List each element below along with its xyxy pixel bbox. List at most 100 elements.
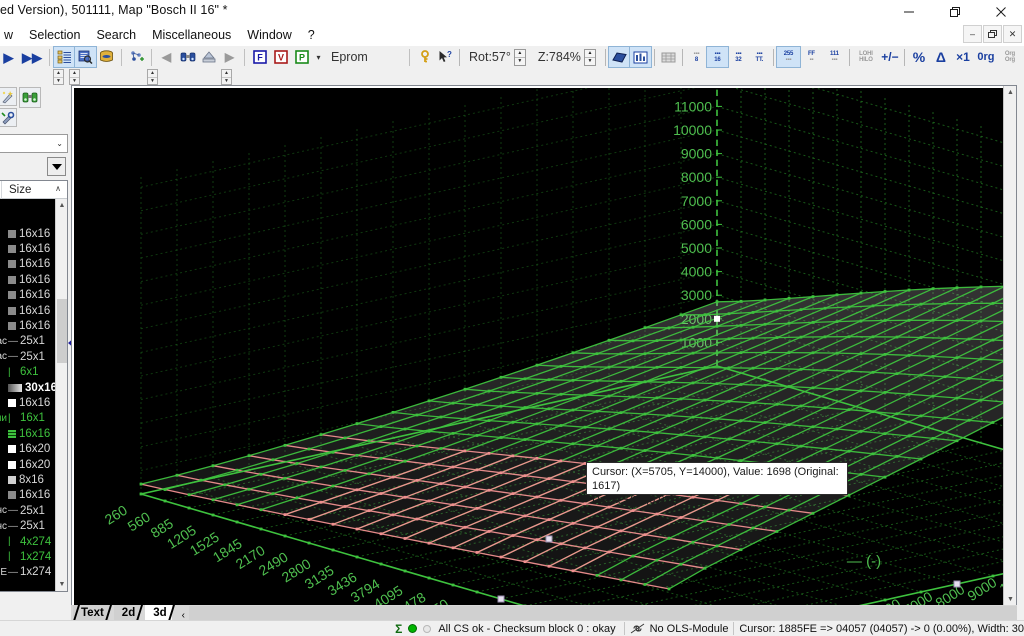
list-item[interactable]: 16x20 xyxy=(0,457,55,472)
list-item[interactable]: 16x16 xyxy=(0,226,55,241)
size-dash-icon: — xyxy=(8,505,18,517)
list-item[interactable]: | 4x274 xyxy=(0,534,55,549)
list-item[interactable]: 16x16 xyxy=(0,241,55,256)
context-help-icon[interactable]: ? xyxy=(435,47,456,67)
dec-255-icon[interactable]: 255 ▪▪▪ xyxy=(775,46,801,68)
menu-item-help[interactable]: ? xyxy=(300,26,323,44)
tab-3d[interactable]: 3d xyxy=(145,605,175,621)
strip-spinner-4[interactable]: ▲ ▼ xyxy=(221,69,232,85)
tab-2d[interactable]: 2d xyxy=(113,605,144,621)
list-item[interactable]: E —1x274 xyxy=(0,565,55,580)
list-item[interactable]: 16x16 xyxy=(0,303,55,318)
f-format-icon[interactable]: F xyxy=(249,47,270,67)
tab-text[interactable]: Text xyxy=(73,605,112,621)
list-item[interactable]: 16x16 xyxy=(0,488,55,503)
list-item[interactable]: ии| 16x1 xyxy=(0,411,55,426)
play-icon[interactable]: ▶ xyxy=(0,47,19,67)
chart-scroll-up-icon[interactable]: ▲ xyxy=(1004,86,1017,99)
size-list-scrollbar[interactable]: ▲ ▼ xyxy=(55,199,67,591)
column-header-size[interactable]: Size xyxy=(9,184,31,196)
help-key-icon[interactable] xyxy=(414,47,435,67)
binoculars-icon[interactable] xyxy=(177,47,198,67)
svg-text:— (-): — (-) xyxy=(847,553,881,570)
list-item[interactable]: 16x20 xyxy=(0,441,55,456)
menu-item-window[interactable]: Window xyxy=(239,26,299,44)
binocular-green-icon[interactable] xyxy=(19,87,41,108)
list-item[interactable]: ac—25x1 xyxy=(0,334,55,349)
minimize-button[interactable] xyxy=(886,0,932,24)
mdi-minimize-button[interactable]: – xyxy=(963,25,982,43)
p-format-icon[interactable]: P xyxy=(291,47,312,67)
left-panel-combobox[interactable]: ⌄ xyxy=(0,134,68,153)
list-item[interactable]: нc—25x1 xyxy=(0,503,55,518)
step-forward-icon[interactable]: ▶ xyxy=(219,47,240,67)
bits-32-icon[interactable]: ▪▪▪ 32 xyxy=(728,47,749,67)
rotation-control[interactable]: Rot:57° ▲ ▼ xyxy=(463,48,532,66)
step-back-icon[interactable]: ◀ xyxy=(156,47,177,67)
list-item[interactable]: | 6x1 xyxy=(0,365,55,380)
bin-111-icon[interactable]: 111 ▪▪▪ xyxy=(823,47,846,67)
scan-icon[interactable] xyxy=(96,47,117,67)
sort-ascending-icon[interactable]: ∧ xyxy=(55,184,61,193)
list-item[interactable]: 16x16 xyxy=(0,426,55,441)
delta-icon[interactable]: Δ xyxy=(930,47,952,67)
upload-icon[interactable] xyxy=(198,47,219,67)
wand-icon[interactable] xyxy=(0,87,17,106)
grid-view-icon[interactable] xyxy=(658,47,679,67)
link-tool-icon[interactable] xyxy=(126,47,147,67)
org-org-icon[interactable]: Org Org xyxy=(998,47,1022,67)
bars-3d-icon[interactable] xyxy=(628,46,652,68)
map-3d-view: 1000200030004000500060007000800090001000… xyxy=(71,85,1017,607)
plus-minus-icon[interactable]: +/− xyxy=(879,47,901,67)
lohi-hilo-icon[interactable]: LOHI HILO xyxy=(853,47,879,67)
surface-3d-icon[interactable] xyxy=(607,46,631,68)
list-item[interactable]: 8x16 xyxy=(0,472,55,487)
zoom-spinner[interactable]: ▲ ▼ xyxy=(583,48,596,66)
strip-spinner-2[interactable]: ▲ ▼ xyxy=(69,69,80,85)
list-item[interactable]: нc—25x1 xyxy=(0,518,55,533)
org-icon[interactable]: 0rg xyxy=(974,47,998,67)
list-item[interactable]: ac—25x1 xyxy=(0,349,55,364)
v-format-icon[interactable]: V xyxy=(270,47,291,67)
surface-plot[interactable]: 1000200030004000500060007000800090001000… xyxy=(74,88,1004,606)
dropdown-arrow-button[interactable] xyxy=(47,157,66,176)
rotation-spinner[interactable]: ▲ ▼ xyxy=(513,48,526,66)
list-item[interactable]: 16x16 xyxy=(0,318,55,333)
list-item[interactable]: 16x16 xyxy=(0,272,55,287)
list-item[interactable]: 16x16 xyxy=(0,395,55,410)
eprom-label[interactable]: Eprom xyxy=(325,50,405,64)
list-item[interactable]: 16x16 xyxy=(0,257,55,272)
fast-forward-icon[interactable]: ▶▶ xyxy=(19,47,45,67)
hex-ff-icon[interactable]: FF ▪▪ xyxy=(800,47,823,67)
menu-item-miscellaneous[interactable]: Miscellaneous xyxy=(144,26,239,44)
zoom-control[interactable]: Z:784% ▲ ▼ xyxy=(532,48,602,66)
menu-item-view[interactable]: w xyxy=(0,26,21,44)
mdi-restore-button[interactable] xyxy=(983,25,1002,43)
list-item[interactable]: 16x16 xyxy=(0,288,55,303)
bits-8-icon[interactable]: ▪▪▪ 8 xyxy=(686,47,707,67)
menu-item-search[interactable]: Search xyxy=(88,26,144,44)
size-list[interactable]: 16x1616x1616x1616x1616x1616x1616x16ac—25… xyxy=(0,199,57,591)
chart-scrollbar[interactable]: ▲ ▼ xyxy=(1003,86,1016,606)
scroll-down-icon[interactable]: ▼ xyxy=(56,578,67,591)
list-item-size: 25x1 xyxy=(20,335,45,348)
find-in-page-icon[interactable] xyxy=(74,46,97,68)
tools-icon[interactable] xyxy=(0,108,17,127)
scroll-up-icon[interactable]: ▲ xyxy=(56,199,67,212)
tree-view-icon[interactable] xyxy=(53,46,76,68)
restore-button[interactable] xyxy=(932,0,978,24)
svg-text:3000: 3000 xyxy=(681,287,712,303)
multiply-one-icon[interactable]: ×1 xyxy=(952,47,974,67)
list-item[interactable]: | 1x274 xyxy=(0,549,55,564)
strip-spinner-3[interactable]: ▲ ▼ xyxy=(147,69,158,85)
mdi-close-button[interactable]: ✕ xyxy=(1003,25,1022,43)
bits-tt-icon[interactable]: ▪▪▪ TT. xyxy=(749,47,770,67)
strip-spinner-1[interactable]: ▲ ▼ xyxy=(53,69,64,85)
menu-item-selection[interactable]: Selection xyxy=(21,26,88,44)
scrollbar-thumb[interactable] xyxy=(57,299,67,363)
bits-16-icon[interactable]: ▪▪▪ 16 xyxy=(705,46,729,68)
close-button[interactable] xyxy=(978,0,1024,24)
chevron-down-icon[interactable]: ▾ xyxy=(312,47,325,67)
percent-icon[interactable]: % xyxy=(908,47,930,67)
list-item[interactable]: 30x16 xyxy=(0,380,57,395)
